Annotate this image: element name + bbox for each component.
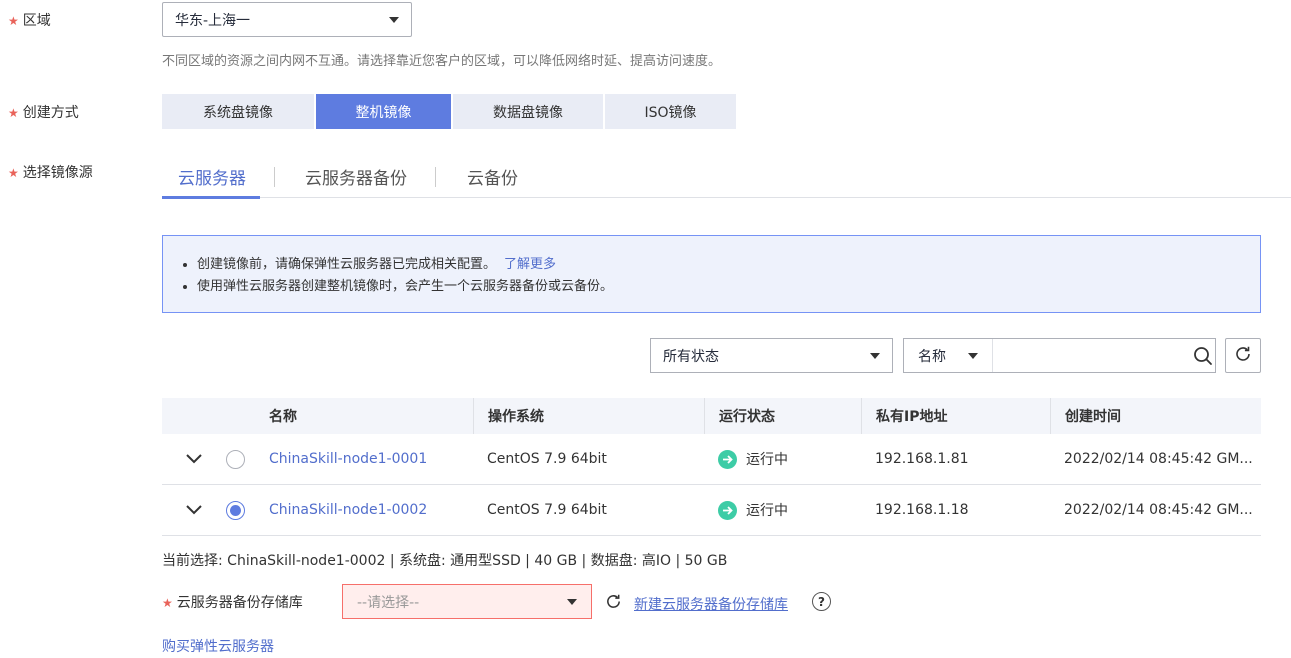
server-os: CentOS 7.9 64bit <box>487 502 607 518</box>
buy-ecs-link[interactable]: 购买弹性云服务器 <box>162 636 274 656</box>
search-box: 名称 <box>903 338 1216 373</box>
creation-option-data-disk[interactable]: 数据盘镜像 <box>453 94 603 129</box>
search-icon[interactable] <box>1190 346 1215 366</box>
server-status: 运行中 <box>704 434 861 484</box>
header-name: 名称 <box>269 409 297 425</box>
creation-option-system-disk[interactable]: 系统盘镜像 <box>162 94 314 129</box>
status-filter-select[interactable]: 所有状态 <box>650 338 893 373</box>
server-ip: 192.168.1.81 <box>875 451 969 467</box>
creation-option-full-image[interactable]: 整机镜像 <box>316 94 451 129</box>
tab-cloud-server-backup[interactable]: 云服务器备份 <box>305 155 407 198</box>
region-value: 华东-上海一 <box>175 12 251 29</box>
caret-down-icon <box>567 598 577 605</box>
vault-placeholder: --请选择-- <box>357 594 420 611</box>
server-table: 名称 操作系统 运行状态 私有IP地址 创建时间 ChinaSkill-node… <box>162 398 1261 536</box>
status-text: 运行中 <box>746 503 788 519</box>
header-ip: 私有IP地址 <box>861 398 1050 434</box>
server-ip: 192.168.1.18 <box>875 502 969 518</box>
row-radio[interactable] <box>226 449 245 469</box>
learn-more-link[interactable]: 了解更多 <box>504 257 556 272</box>
expand-chevron-icon[interactable] <box>162 485 226 535</box>
vault-label: ★ 云服务器备份存储库 <box>162 595 303 611</box>
expand-chevron-icon[interactable] <box>162 434 226 484</box>
tab-divider <box>274 167 275 187</box>
server-os: CentOS 7.9 64bit <box>487 451 607 467</box>
create-vault-link[interactable]: 新建云服务器备份存储库 <box>634 594 788 614</box>
server-status: 运行中 <box>704 485 861 535</box>
server-created: 2022/02/14 08:45:42 GM... <box>1064 451 1253 467</box>
search-field-value: 名称 <box>918 348 946 365</box>
search-field-select[interactable]: 名称 <box>904 339 993 372</box>
info-notice: 创建镜像前，请确保弹性云服务器已完成相关配置。了解更多 使用弹性云服务器创建整机… <box>162 235 1261 313</box>
running-status-icon <box>718 500 737 520</box>
header-status: 运行状态 <box>704 398 861 434</box>
region-hint: 不同区域的资源之间内网不互通。请选择靠近您客户的区域，可以降低网络时延、提高访问… <box>162 54 722 69</box>
creation-method-segmented: 系统盘镜像 整机镜像 数据盘镜像 ISO镜像 <box>162 94 736 129</box>
info-line-1: 创建镜像前，请确保弹性云服务器已完成相关配置。了解更多 <box>197 254 1260 276</box>
server-created: 2022/02/14 08:45:42 GM... <box>1064 502 1253 518</box>
running-status-icon <box>718 449 737 469</box>
header-created: 创建时间 <box>1050 398 1261 434</box>
status-text: 运行中 <box>746 452 788 468</box>
header-os: 操作系统 <box>473 398 704 434</box>
region-select[interactable]: 华东-上海一 <box>162 2 412 37</box>
table-header: 名称 操作系统 运行状态 私有IP地址 创建时间 <box>162 398 1261 434</box>
image-source-label: ★ 选择镜像源 <box>8 165 93 181</box>
region-label: ★ 区域 <box>8 13 51 29</box>
server-name-link[interactable]: ChinaSkill-node1-0001 <box>269 451 427 467</box>
status-filter-value: 所有状态 <box>663 348 719 365</box>
row-radio-selected[interactable] <box>226 500 245 520</box>
creation-method-label: ★ 创建方式 <box>8 105 79 121</box>
info-line-2: 使用弹性云服务器创建整机镜像时，会产生一个云服务器备份或云备份。 <box>197 276 1260 298</box>
tab-divider <box>435 167 436 187</box>
caret-down-icon <box>968 352 978 359</box>
refresh-button[interactable] <box>1225 338 1261 373</box>
refresh-icon <box>1234 345 1252 367</box>
caret-down-icon <box>389 16 399 23</box>
table-row[interactable]: ChinaSkill-node1-0002 CentOS 7.9 64bit 运… <box>162 485 1261 536</box>
creation-option-iso[interactable]: ISO镜像 <box>605 94 736 129</box>
table-row[interactable]: ChinaSkill-node1-0001 CentOS 7.9 64bit 运… <box>162 434 1261 485</box>
current-selection: 当前选择: ChinaSkill-node1-0002 | 系统盘: 通用型SS… <box>162 553 728 569</box>
vault-select[interactable]: --请选择-- <box>342 584 592 619</box>
help-icon[interactable]: ? <box>812 592 831 611</box>
vault-refresh-icon[interactable] <box>605 593 622 614</box>
caret-down-icon <box>870 352 880 359</box>
server-name-link[interactable]: ChinaSkill-node1-0002 <box>269 502 427 518</box>
tab-cloud-server[interactable]: 云服务器 <box>162 155 260 199</box>
tab-cloud-backup[interactable]: 云备份 <box>467 155 518 198</box>
search-input[interactable] <box>993 339 1190 372</box>
image-source-tabs: 云服务器 云服务器备份 云备份 <box>162 155 1291 199</box>
